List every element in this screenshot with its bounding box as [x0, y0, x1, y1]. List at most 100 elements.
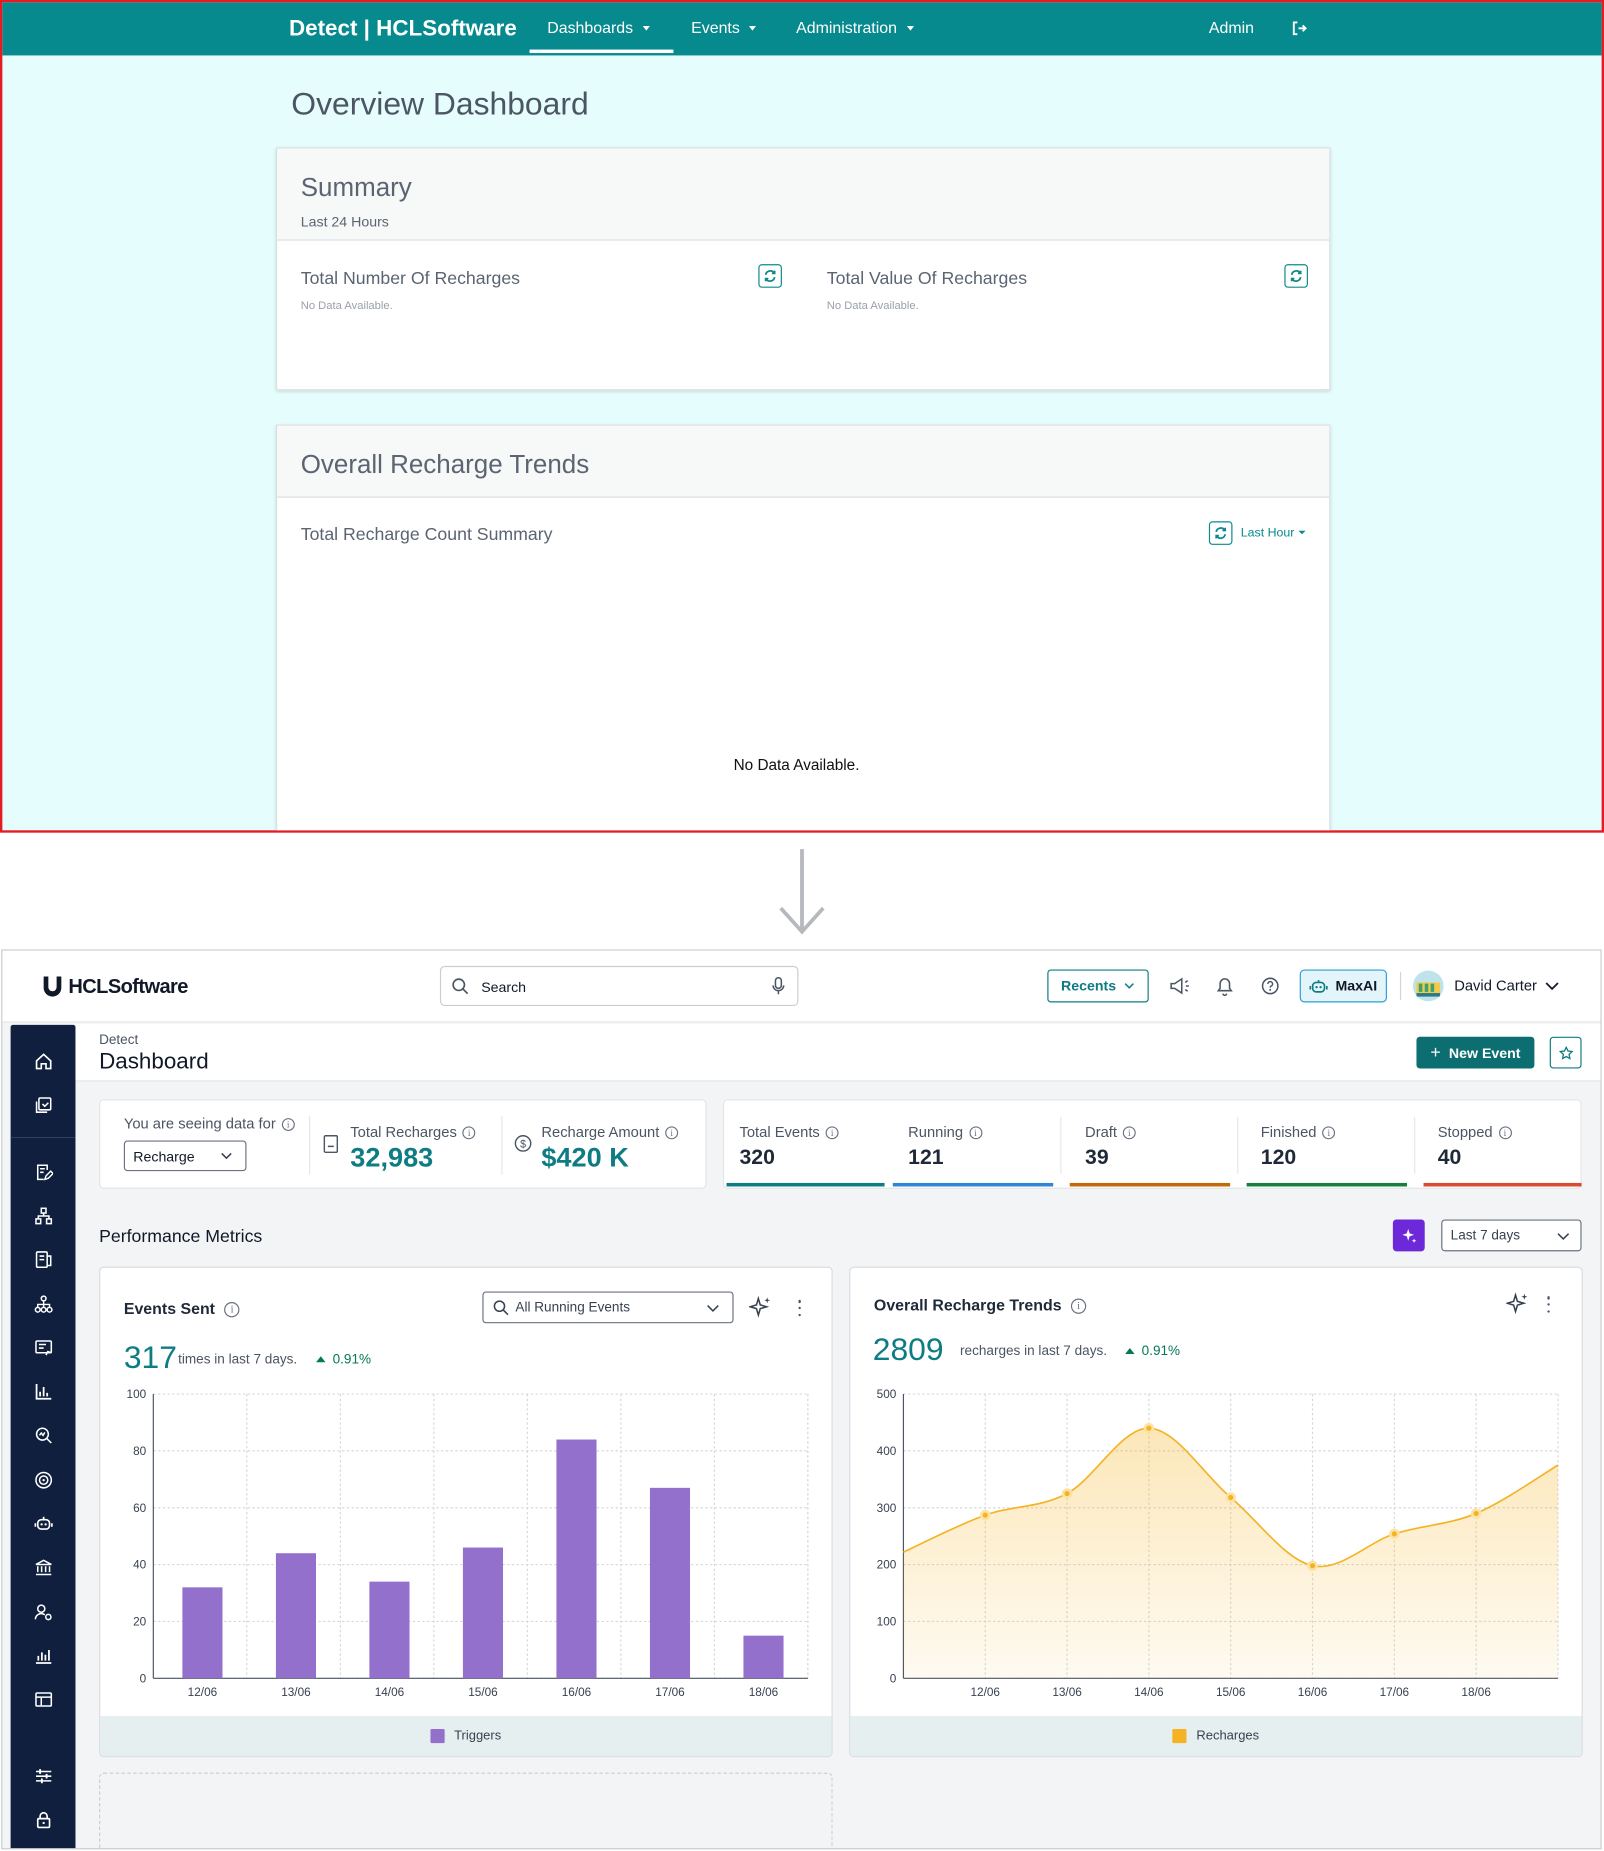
y-tick-label: 0 — [140, 1672, 147, 1685]
stat-total-events-label: Total Events i — [739, 1123, 839, 1141]
document-icon — [323, 1135, 339, 1154]
old-brand: Detect | HCLSoftware — [288, 16, 517, 42]
chevron-down-icon[interactable] — [1545, 981, 1559, 991]
star-icon[interactable] — [1549, 1036, 1582, 1069]
range-select[interactable]: Last 7 days — [1441, 1219, 1582, 1252]
stats-icon[interactable] — [31, 1643, 57, 1669]
avatar[interactable] — [1412, 970, 1444, 1002]
app-logo-text: HCLSoftware — [68, 975, 188, 998]
bank-icon[interactable] — [31, 1554, 57, 1580]
home-icon[interactable] — [31, 1048, 57, 1074]
new-event-button[interactable]: + New Event — [1416, 1036, 1535, 1069]
summary-card-header: Summary Last 24 Hours — [277, 148, 1330, 241]
nav-events[interactable]: Events — [691, 19, 757, 37]
chevron-down-icon — [1124, 982, 1135, 989]
data-summary-panel: You are seeing data for i Recharge Total … — [99, 1099, 707, 1189]
y-tick-label: 400 — [877, 1445, 897, 1458]
sliders-icon[interactable] — [31, 1763, 57, 1789]
legend-swatch — [1172, 1729, 1187, 1744]
refresh-icon[interactable] — [1208, 521, 1233, 545]
refresh-icon[interactable] — [758, 264, 782, 288]
search-placeholder: Search — [481, 978, 527, 996]
breadcrumb[interactable]: Detect — [99, 1033, 138, 1047]
user-name[interactable]: David Carter — [1454, 978, 1537, 995]
info-icon: i — [281, 1118, 295, 1132]
divider — [501, 1115, 503, 1175]
y-tick-label: 40 — [133, 1559, 147, 1572]
stat-total-events-text: Total Events — [739, 1123, 820, 1141]
bar-chart-icon[interactable] — [31, 1379, 57, 1405]
range-dropdown[interactable]: Last Hour — [1240, 526, 1306, 541]
data-point — [982, 1512, 988, 1518]
empty-widget-placeholder — [99, 1772, 833, 1849]
stat-running-label: Running i — [908, 1124, 982, 1140]
logout-icon[interactable] — [1291, 20, 1308, 37]
sparkle-icon[interactable] — [1392, 1219, 1425, 1252]
new-ui-screenshot: HCLSoftware Search Recents MaxAI David C… — [1, 949, 1602, 1850]
form-icon[interactable] — [31, 1335, 57, 1361]
page-header: Detect Dashboard + New Event — [75, 1023, 1601, 1082]
x-tick-label: 14/06 — [1134, 1686, 1164, 1699]
summary-card: Summary Last 24 Hours Total Number Of Re… — [275, 147, 1331, 391]
help-icon[interactable] — [1261, 977, 1280, 996]
dollar-icon: $ — [514, 1135, 532, 1153]
old-ui-screenshot: Detect | HCLSoftware Dashboards Events A… — [0, 0, 1604, 833]
search-icon — [452, 978, 470, 996]
sidebar — [10, 1024, 76, 1849]
trends-card: Overall Recharge Trends Total Recharge C… — [275, 424, 1331, 831]
divider — [1237, 1116, 1239, 1174]
robot-icon — [1309, 978, 1329, 993]
page-title: Dashboard — [99, 1049, 209, 1075]
stat-bar — [892, 1182, 1054, 1187]
header-divider — [1399, 971, 1402, 1001]
stat-bar — [1069, 1182, 1231, 1187]
nav-dashboards[interactable]: Dashboards — [547, 19, 650, 37]
refresh-icon[interactable] — [1284, 264, 1308, 288]
nav-user-admin[interactable]: Admin — [1209, 19, 1254, 37]
recents-dropdown[interactable]: Recents — [1047, 969, 1149, 1003]
chart-legend: Recharges — [850, 1716, 1582, 1757]
target-icon[interactable] — [31, 1467, 57, 1493]
analytics-search-icon[interactable] — [31, 1422, 57, 1448]
bar — [556, 1439, 597, 1679]
stat-bar — [1423, 1182, 1582, 1187]
plus-icon: + — [1430, 1042, 1441, 1063]
y-tick-label: 300 — [877, 1502, 897, 1515]
table-icon[interactable] — [31, 1687, 57, 1713]
info-icon: i — [1498, 1126, 1512, 1140]
y-tick-label: 80 — [133, 1445, 147, 1458]
stat-finished-label: Finished i — [1261, 1124, 1336, 1140]
new-event-label: New Event — [1448, 1044, 1521, 1061]
info-icon: i — [1122, 1126, 1136, 1140]
microphone-icon[interactable] — [771, 976, 785, 996]
y-tick-label: 100 — [127, 1388, 147, 1401]
data-for-text: You are seeing data for — [123, 1115, 276, 1133]
x-tick-label: 15/06 — [468, 1686, 498, 1699]
org-chart-icon[interactable] — [31, 1291, 57, 1317]
y-tick-label: 20 — [133, 1616, 147, 1629]
device-icon[interactable] — [31, 1247, 57, 1273]
data-point — [1228, 1494, 1234, 1501]
edit-document-icon[interactable] — [31, 1159, 57, 1185]
robot-icon[interactable] — [31, 1511, 57, 1537]
hierarchy-icon[interactable] — [31, 1203, 57, 1229]
stat-draft-value: 39 — [1085, 1145, 1109, 1169]
range-selected: Last 7 days — [1450, 1228, 1521, 1244]
performance-metrics-title: Performance Metrics — [99, 1226, 263, 1247]
stat-stopped-value: 40 — [1437, 1145, 1462, 1169]
data-for-select[interactable]: Recharge — [123, 1140, 247, 1172]
maxai-label: MaxAI — [1335, 977, 1378, 995]
megaphone-icon[interactable] — [1169, 977, 1190, 996]
recharge-trends-chart: 0 100 200 300 400 500 12/06 13/06 14/06 15/06 16/0… — [877, 1388, 1559, 1699]
lock-icon[interactable] — [31, 1807, 57, 1833]
total-recharges-nodata: No Data Available. — [300, 299, 393, 313]
range-dropdown-label: Last Hour — [1240, 526, 1295, 541]
trends-title: Overall Recharge Trends — [300, 449, 590, 479]
nav-administration[interactable]: Administration — [796, 19, 914, 37]
user-settings-icon[interactable] — [31, 1599, 57, 1625]
bell-icon[interactable] — [1216, 975, 1234, 997]
search-input[interactable]: Search — [439, 965, 799, 1007]
catalog-icon[interactable] — [31, 1092, 57, 1118]
stat-total-events-value: 320 — [739, 1145, 775, 1169]
maxai-button[interactable]: MaxAI — [1299, 969, 1387, 1003]
